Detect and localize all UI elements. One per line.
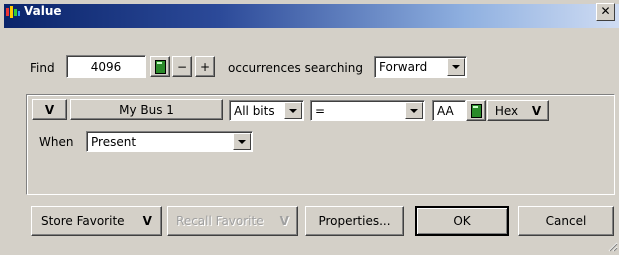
ok-button[interactable]: OK <box>415 206 509 236</box>
expand-condition-button[interactable]: ᐯ <box>32 99 67 120</box>
value-text: AA <box>437 103 454 118</box>
properties-button[interactable]: Properties... <box>305 206 404 236</box>
when-label: When <box>39 135 74 149</box>
minus-icon: − <box>176 59 188 74</box>
increment-button[interactable]: + <box>195 56 215 77</box>
radix-value: Hex <box>494 103 519 118</box>
store-favorite-button[interactable]: Store Favorite ᐯ <box>31 206 162 236</box>
operator-select[interactable]: = <box>310 100 425 121</box>
bus-name: My Bus 1 <box>119 102 174 117</box>
chevron-down-icon <box>447 58 465 76</box>
close-button[interactable]: ✕ <box>596 3 615 21</box>
plus-icon: + <box>199 59 211 74</box>
bus-button[interactable]: My Bus 1 <box>70 99 223 120</box>
chevron-down-icon: ᐯ <box>531 103 542 118</box>
value-input[interactable]: AA <box>432 100 466 121</box>
find-count-input[interactable]: 4096 <box>66 55 146 78</box>
bits-value: All bits <box>234 103 275 118</box>
close-icon: ✕ <box>600 4 611 18</box>
value-calculator-button[interactable] <box>466 100 486 121</box>
chevron-down-icon: ᐯ <box>44 102 55 117</box>
recall-favorite-button[interactable]: Recall Favorite ᐯ <box>167 206 298 236</box>
recall-favorite-label: Recall Favorite <box>176 214 264 228</box>
find-count-value: 4096 <box>90 59 122 74</box>
chevron-down-icon <box>405 102 423 119</box>
properties-label: Properties... <box>318 214 391 228</box>
direction-value: Forward <box>379 60 428 74</box>
resize-grip-icon[interactable] <box>606 240 618 252</box>
find-label: Find <box>30 61 55 75</box>
chevron-down-icon <box>233 133 251 150</box>
calculator-icon <box>154 59 166 74</box>
title-bar <box>4 4 619 28</box>
window-title: Value <box>24 4 62 18</box>
calculator-button[interactable] <box>150 56 170 77</box>
ok-label: OK <box>453 214 471 228</box>
direction-select[interactable]: Forward <box>374 56 467 78</box>
chevron-down-icon: ᐯ <box>142 214 152 228</box>
store-favorite-label: Store Favorite <box>41 214 125 228</box>
occurrences-label: occurrences searching <box>228 61 363 75</box>
radix-button[interactable]: Hex ᐯ <box>487 100 549 121</box>
when-value: Present <box>91 134 137 149</box>
bits-select[interactable]: All bits <box>229 100 304 121</box>
when-select[interactable]: Present <box>86 131 253 152</box>
operator-value: = <box>315 103 326 118</box>
value-window-icon <box>6 6 20 18</box>
cancel-button[interactable]: Cancel <box>518 206 614 236</box>
chevron-down-icon: ᐯ <box>279 214 289 228</box>
chevron-down-icon <box>284 102 302 119</box>
cancel-label: Cancel <box>545 214 587 228</box>
calculator-icon <box>470 103 482 118</box>
decrement-button[interactable]: − <box>172 56 192 77</box>
